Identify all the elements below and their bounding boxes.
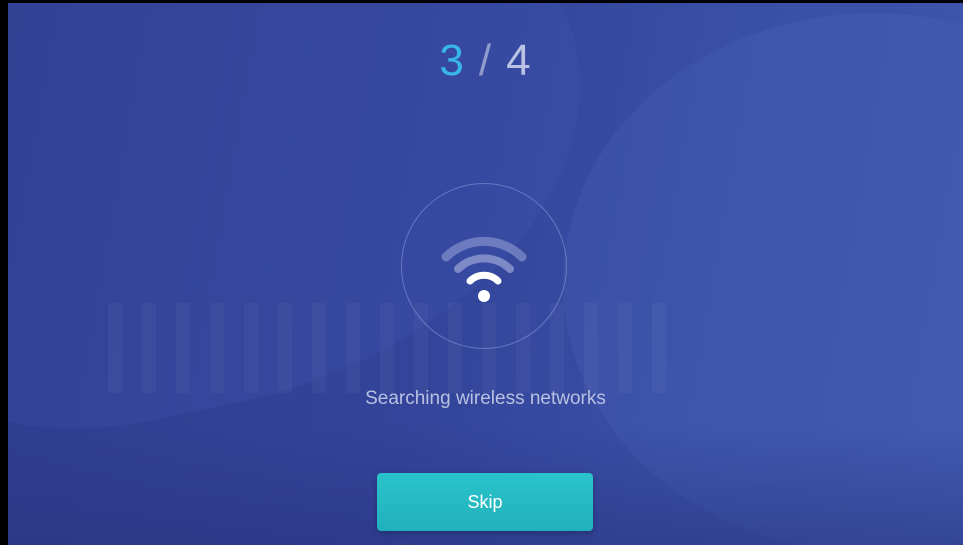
background-shape bbox=[563, 13, 963, 545]
setup-wizard-screen: 3 / 4 Searching wireless networks Skip bbox=[8, 3, 963, 545]
wifi-dot bbox=[478, 290, 490, 302]
wifi-arc-middle bbox=[454, 254, 514, 273]
step-current: 3 bbox=[439, 36, 465, 85]
skip-button[interactable]: Skip bbox=[377, 473, 593, 531]
background-pattern bbox=[108, 303, 668, 393]
step-total: 4 bbox=[506, 36, 532, 85]
wifi-arc-inner bbox=[466, 271, 502, 285]
wifi-icon bbox=[441, 236, 527, 302]
status-text: Searching wireless networks bbox=[365, 388, 606, 409]
step-separator: / bbox=[478, 36, 493, 85]
step-indicator: 3 / 4 bbox=[8, 35, 963, 87]
